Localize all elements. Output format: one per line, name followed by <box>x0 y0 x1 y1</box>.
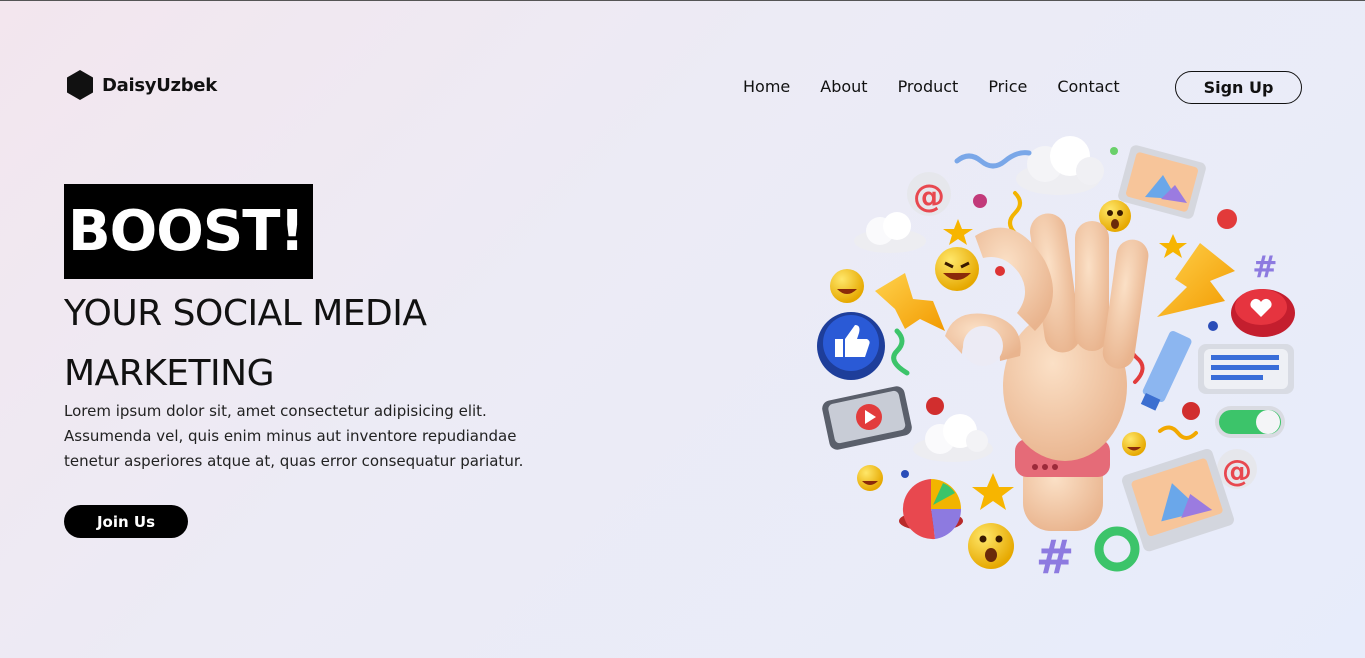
ring-icon <box>1094 526 1140 572</box>
heart-icon <box>1231 289 1295 337</box>
nav-product[interactable]: Product <box>898 77 959 96</box>
hashtag-icon: # <box>1252 250 1277 285</box>
play-icon <box>822 386 912 450</box>
nav-price[interactable]: Price <box>988 77 1027 96</box>
star-icon <box>943 219 973 245</box>
svg-text:@: @ <box>1222 454 1252 489</box>
headline-line-2: MARKETING <box>64 353 275 394</box>
headline-line-1: YOUR SOCIAL MEDIA <box>64 293 427 334</box>
nav-contact[interactable]: Contact <box>1057 77 1119 96</box>
like-icon <box>817 312 885 380</box>
star-icon <box>1159 234 1187 258</box>
emoji-icon <box>857 465 883 491</box>
brand-logo[interactable]: DaisyUzbek <box>66 69 217 101</box>
emoji-icon <box>830 269 864 303</box>
hero-headline: YOUR SOCIAL MEDIA MARKETING <box>64 284 584 404</box>
cloud-icon <box>854 212 926 253</box>
brand-name: DaisyUzbek <box>102 74 217 96</box>
image-icon <box>1118 145 1206 219</box>
hexagon-icon <box>67 70 93 100</box>
pie-chart-icon <box>899 479 963 540</box>
cloud-icon <box>1016 136 1104 195</box>
sign-up-button[interactable]: Sign Up <box>1175 71 1302 104</box>
lightning-icon <box>875 273 945 331</box>
nav-home[interactable]: Home <box>743 77 790 96</box>
emoji-icon <box>935 247 979 291</box>
cloud-icon <box>913 414 993 462</box>
hashtag-icon: # <box>1036 530 1075 584</box>
at-sign-icon: @ <box>907 172 951 216</box>
star-icon <box>972 473 1014 510</box>
nav-about[interactable]: About <box>820 77 867 96</box>
emoji-icon <box>1122 432 1146 456</box>
join-us-button[interactable]: Join Us <box>64 505 188 538</box>
emoji-icon <box>968 523 1014 569</box>
toggle-icon <box>1215 406 1285 438</box>
main-nav: Home About Product Price Contact <box>743 77 1120 96</box>
chat-icon <box>1198 344 1294 394</box>
social-media-3d-illustration: @ @ # # <box>817 136 1295 584</box>
boost-highlight: BOOST! <box>64 184 313 279</box>
svg-text:@: @ <box>913 177 945 215</box>
hero-description: Lorem ipsum dolor sit, amet consectetur … <box>64 402 524 470</box>
at-sign-icon: @ <box>1217 449 1257 489</box>
